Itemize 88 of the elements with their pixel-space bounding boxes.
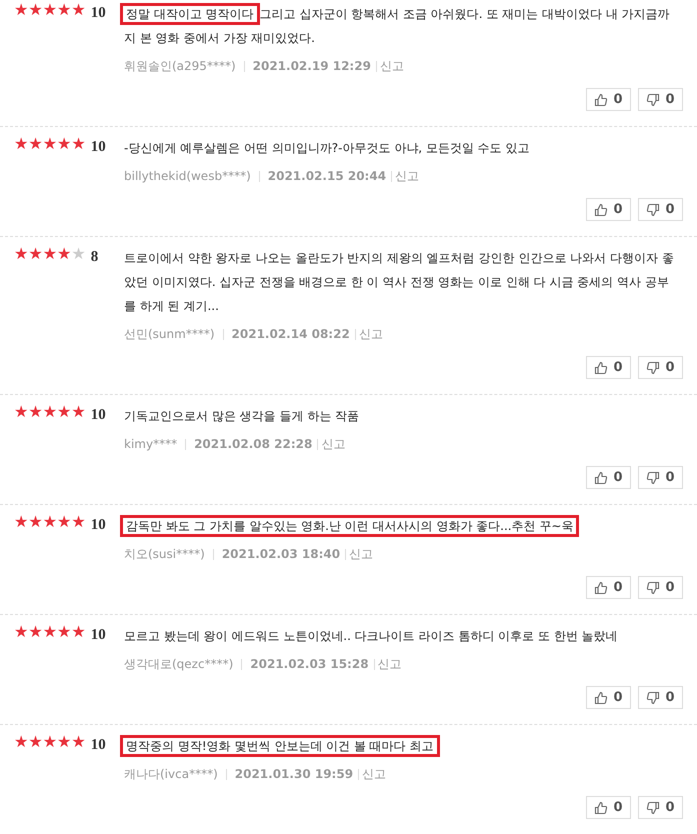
star-icon: ★: [57, 514, 72, 530]
star-icon: ★: [14, 136, 28, 152]
star-icon: ★: [42, 624, 58, 640]
star-icon: ★: [57, 734, 72, 750]
review-date: 2021.02.15 20:44: [268, 168, 386, 185]
review-date: 2021.01.30 19:59: [234, 766, 354, 783]
star-icon: ★: [71, 2, 86, 18]
star-icon: ★: [57, 136, 72, 152]
star-icon: ★: [71, 404, 86, 420]
thumbs-down-icon: [646, 580, 660, 594]
star-icon: ★: [42, 246, 58, 262]
review-text: 모르고 봤는데 왕이 에드워드 노튼이었네.. 다크나이트 라이즈 톰하디 이후로 또 한번 놀랐네: [124, 628, 619, 645]
dislike-button[interactable]: 0: [638, 356, 683, 379]
review-text: 기독교인으로서 많은 생각을 들게 하는 작품: [124, 408, 360, 425]
author-name: 선민(sunm****): [124, 326, 215, 343]
thumbs-down-icon: [646, 92, 660, 106]
star-icon: ★: [28, 624, 43, 640]
star-icon: ★: [42, 136, 58, 152]
dislike-button[interactable]: 0: [638, 686, 683, 709]
star-icon: ★: [42, 404, 58, 420]
star-icon: ★: [57, 624, 72, 640]
score: 8: [90, 248, 98, 267]
score: 10: [90, 138, 106, 157]
star-icon: ★: [28, 514, 43, 530]
thumbs-up-icon: [594, 800, 608, 814]
star-icon: ★: [14, 624, 28, 640]
thumbs-down-icon: [646, 800, 660, 814]
like-button[interactable]: 0: [586, 88, 631, 111]
like-button[interactable]: 0: [586, 198, 631, 221]
author-name: kimy****: [124, 436, 178, 453]
review-date: 2021.02.14 08:22: [232, 326, 350, 343]
star-icon: ★: [28, 734, 43, 750]
thumbs-up-icon: [594, 690, 608, 704]
like-button[interactable]: 0: [586, 576, 631, 599]
score: 10: [90, 626, 106, 645]
star-icon: ★: [14, 734, 28, 750]
star-icon: ★: [71, 734, 86, 750]
star-icon: ★: [42, 734, 58, 750]
author-name: 생각대로(qezc****): [124, 656, 234, 673]
review-text: -당신에게 예루살렘은 어떤 의미입니까?-아무것도 아냐, 모든것일 수도 있고: [124, 140, 531, 157]
star-icon: ★: [28, 2, 43, 18]
like-button[interactable]: 0: [586, 356, 631, 379]
star-icon: ★: [71, 246, 86, 262]
dislike-button[interactable]: 0: [638, 796, 683, 819]
star-icon: ★: [28, 136, 43, 152]
thumbs-down-icon: [646, 470, 660, 484]
score: 10: [90, 516, 106, 535]
review-date: 2021.02.08 22:28: [194, 436, 312, 453]
score: 10: [90, 4, 106, 23]
score: 10: [90, 406, 106, 425]
dislike-button[interactable]: 0: [638, 466, 683, 489]
author-name: 캐나다(ivca****): [124, 766, 218, 783]
review-date: 2021.02.03 18:40: [222, 546, 340, 563]
thumbs-down-icon: [646, 360, 660, 374]
star-icon: ★: [14, 514, 28, 530]
thumbs-up-icon: [594, 580, 608, 594]
dislike-button[interactable]: 0: [638, 198, 683, 221]
star-icon: ★: [57, 246, 72, 262]
like-button[interactable]: 0: [586, 466, 631, 489]
author-name: billythekid(wesb****): [124, 168, 251, 185]
star-icon: ★: [42, 2, 58, 18]
star-icon: ★: [57, 2, 72, 18]
star-icon: ★: [71, 136, 86, 152]
star-icon: ★: [71, 624, 86, 640]
star-icon: ★: [57, 404, 72, 420]
dislike-button[interactable]: 0: [638, 88, 683, 111]
thumbs-up-icon: [594, 92, 608, 106]
like-button[interactable]: 0: [586, 796, 631, 819]
dislike-button[interactable]: 0: [638, 576, 683, 599]
star-icon: ★: [14, 404, 28, 420]
review-text: 트로이에서 약한 왕자로 나오는 올란도가 반지의 제왕의 엘프처럼 강인한 인간으로 나와서 다행이자 좋았던 이미지였다. 십자군 전쟁을 배경으로 한 이 역사 전쟁 영화는 이로 인해 다 시금 중세의 역사 공부를 하게 된 계기...: [124, 250, 674, 315]
star-icon: ★: [14, 2, 28, 18]
star-icon: ★: [14, 246, 28, 262]
thumbs-up-icon: [594, 470, 608, 484]
star-icon: ★: [71, 514, 86, 530]
star-icon: ★: [28, 246, 43, 262]
score: 10: [90, 736, 106, 755]
review-date: 2021.02.03 15:28: [250, 656, 369, 673]
thumbs-up-icon: [594, 360, 608, 374]
author-name: 치오(susi****): [124, 546, 205, 563]
author-name: 휘원솔인(a295****): [124, 58, 236, 75]
star-icon: ★: [28, 404, 43, 420]
thumbs-up-icon: [594, 202, 608, 216]
star-icon: ★: [42, 514, 58, 530]
thumbs-down-icon: [646, 690, 660, 704]
like-button[interactable]: 0: [586, 686, 631, 709]
thumbs-down-icon: [646, 202, 660, 216]
review-date: 2021.02.19 12:29: [252, 58, 371, 75]
